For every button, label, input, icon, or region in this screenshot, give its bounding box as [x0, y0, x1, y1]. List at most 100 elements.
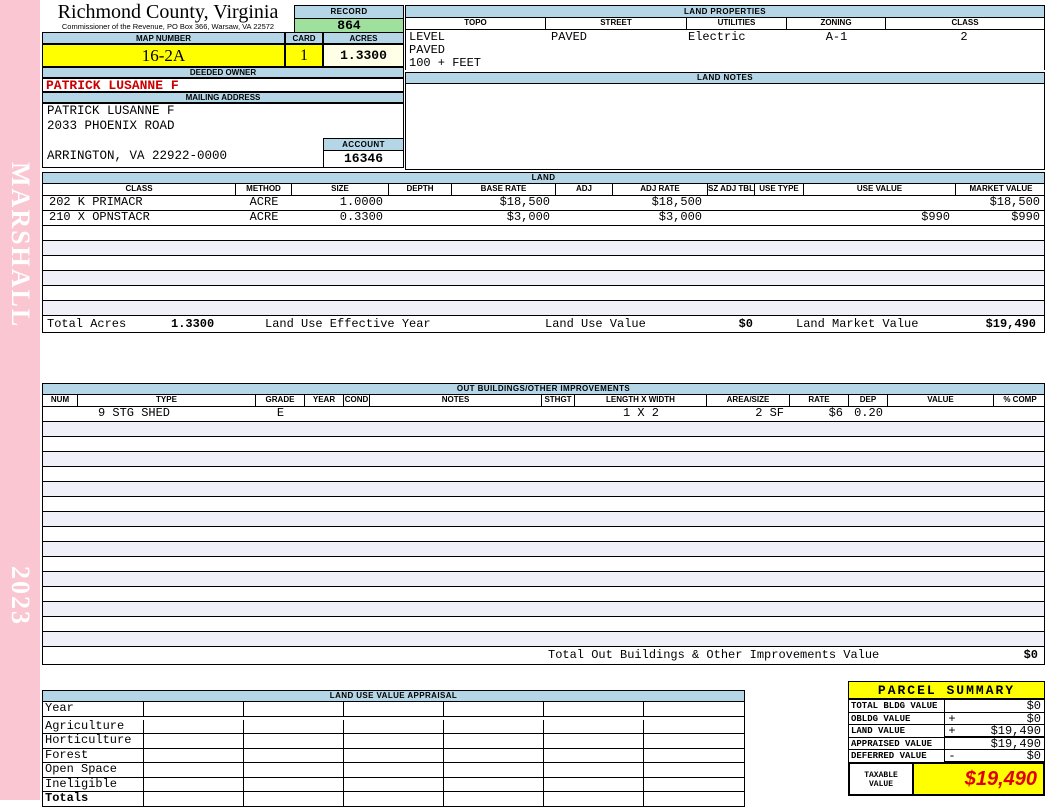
land-cell: $18,500 — [499, 195, 550, 209]
appraisal-cell — [244, 719, 344, 733]
land-cell — [708, 211, 755, 225]
parcel-summary-value-region: $19,490 — [945, 736, 1045, 751]
parcel-summary-row: APPRAISED VALUE $19,490 — [848, 736, 1045, 751]
land-use-effective-year-label: Land Use Effective Year — [265, 317, 431, 331]
empty-row — [43, 422, 1044, 437]
land-properties-columns: TOPO STREET UTILITIES ZONING CLASS — [406, 18, 1044, 30]
land-cell: $990 — [1011, 210, 1040, 224]
parcel-summary-row: OBLDG VALUE + $0 — [848, 711, 1045, 726]
appraisal-row-label: Year — [43, 702, 144, 716]
county-header: Richmond County, Virginia Commissioner o… — [42, 2, 294, 32]
empty-row — [43, 632, 1044, 647]
out-buildings-header: NUM TYPE GRADE YEAR COND NOTES STHGT LENGTH X W… — [43, 395, 1044, 407]
land-cell: $18,500 — [989, 195, 1040, 209]
land-cell — [755, 211, 804, 225]
appraisal-row-label: Ineligible — [43, 777, 144, 791]
mailing-address-label: MAILING ADDRESS — [42, 92, 404, 103]
topo-extra-value: 100 + FEET — [409, 56, 482, 70]
appraisal-cell — [644, 734, 745, 748]
empty-row — [43, 437, 1044, 452]
out-buildings-title: OUT BUILDINGS/OTHER IMPROVEMENTS — [43, 384, 1044, 395]
empty-row — [43, 572, 1044, 587]
appraisal-cell — [444, 702, 544, 716]
appraisal-cell — [544, 763, 644, 777]
parcel-summary-label: LAND VALUE — [848, 724, 945, 738]
deeded-owner-label: DEEDED OWNER — [42, 67, 404, 78]
mailing-address-city: ARRINGTON, VA 22922-0000 — [47, 149, 228, 163]
parcel-summary-label: TOTAL BLDG VALUE — [848, 699, 945, 713]
out-buildings-table: OUT BUILDINGS/OTHER IMPROVEMENTS NUM TYPE… — [42, 383, 1045, 665]
land-cell — [556, 196, 613, 210]
sidebar-vertical-label: MARSHALL — [6, 162, 35, 329]
appraisal-cell — [144, 777, 244, 791]
land-cell: $990 — [921, 210, 950, 224]
land-use-appraisal-body: Year Agriculture Horticulture Forest Open Sp… — [43, 702, 744, 806]
class-value: 2 — [960, 30, 968, 44]
land-use-value: $0 — [738, 317, 753, 331]
empty-row — [43, 271, 1044, 286]
card-label: CARD — [285, 32, 323, 44]
empty-row — [43, 241, 1044, 256]
utilities-value: Electric — [688, 30, 746, 44]
record-value: 864 — [295, 19, 403, 32]
empty-row — [43, 512, 1044, 527]
empty-row — [43, 301, 1044, 316]
taxable-value-row: TAXABLE VALUE $19,490 — [848, 761, 1045, 796]
empty-row — [43, 226, 1044, 241]
appraisal-cell — [144, 702, 244, 716]
appraisal-cell — [544, 734, 644, 748]
out-buildings-cell — [994, 407, 1046, 421]
land-use-appraisal-table: LAND USE VALUE APPRAISAL Year Agriculture… — [42, 690, 745, 807]
acres-label: ACRES — [323, 32, 404, 44]
land-cell: 1.0000 — [339, 195, 383, 209]
empty-row — [43, 527, 1044, 542]
appraisal-cell — [444, 777, 544, 791]
parcel-summary-value-region: - $0 — [945, 749, 1045, 763]
land-properties-values: LEVEL PAVED Electric A-1 2 PAVED 100 + F… — [406, 30, 1044, 71]
appraisal-cell — [344, 734, 444, 748]
map-card-acres-values: 16-2A 1 1.3300 — [42, 44, 404, 67]
appraisal-row-label: Agriculture — [43, 719, 144, 733]
land-column-header: SZ ADJ TBL — [708, 184, 755, 195]
land-column-header: USE VALUE — [804, 184, 956, 195]
land-cell: ACRE — [249, 210, 279, 224]
appraisal-cell — [144, 734, 244, 748]
out-buildings-column-header: TYPE — [78, 395, 256, 406]
parcel-summary-row: TOTAL BLDG VALUE $0 — [848, 699, 1045, 713]
operator: + — [948, 711, 956, 726]
parcel-summary-label: APPRAISED VALUE — [848, 736, 945, 750]
appraisal-cell — [544, 792, 644, 806]
appraisal-cell — [644, 778, 745, 792]
empty-row — [43, 557, 1044, 572]
land-table-title: LAND — [43, 173, 1044, 184]
map-number-value[interactable]: 16-2A — [42, 44, 285, 67]
land-column-header: USE TYPE — [755, 184, 804, 195]
appraisal-cell — [344, 748, 444, 762]
appraisal-cell — [144, 763, 244, 777]
operator: - — [948, 749, 956, 763]
land-cell — [556, 211, 613, 225]
land-column-header: METHOD — [236, 184, 292, 195]
out-buildings-cell — [370, 407, 542, 421]
appraisal-cell — [444, 719, 544, 733]
card-value: 1 — [285, 44, 323, 67]
out-buildings-column-header: YEAR — [305, 395, 344, 406]
appraisal-row: Forest — [43, 748, 744, 763]
appraisal-row-label: Horticulture — [43, 734, 144, 748]
appraisal-cell — [344, 702, 444, 716]
out-buildings-row: 9 STG SHED E 1 X 2 2 SF $6 0.20 — [43, 407, 1044, 422]
out-buildings-cell: 0.20 — [854, 406, 883, 420]
land-table-row: 202 K PRIMACR ACRE 1.0000 $18,500 $18,500 $18… — [43, 196, 1044, 211]
land-column-header: MARKET VALUE — [969, 184, 1033, 193]
appraisal-row: Open Space — [43, 763, 744, 778]
parcel-summary-value: $19,490 — [990, 736, 1041, 751]
out-buildings-column-header: RATE — [790, 395, 849, 406]
empty-row — [43, 542, 1044, 557]
out-buildings-cell — [344, 407, 370, 421]
appraisal-row-label: Forest — [43, 748, 144, 762]
out-buildings-cell — [305, 407, 344, 421]
land-cell: 0.3300 — [339, 210, 383, 224]
parcel-summary-label: OBLDG VALUE — [848, 711, 945, 725]
land-cell — [389, 196, 452, 210]
land-cell — [708, 196, 755, 210]
